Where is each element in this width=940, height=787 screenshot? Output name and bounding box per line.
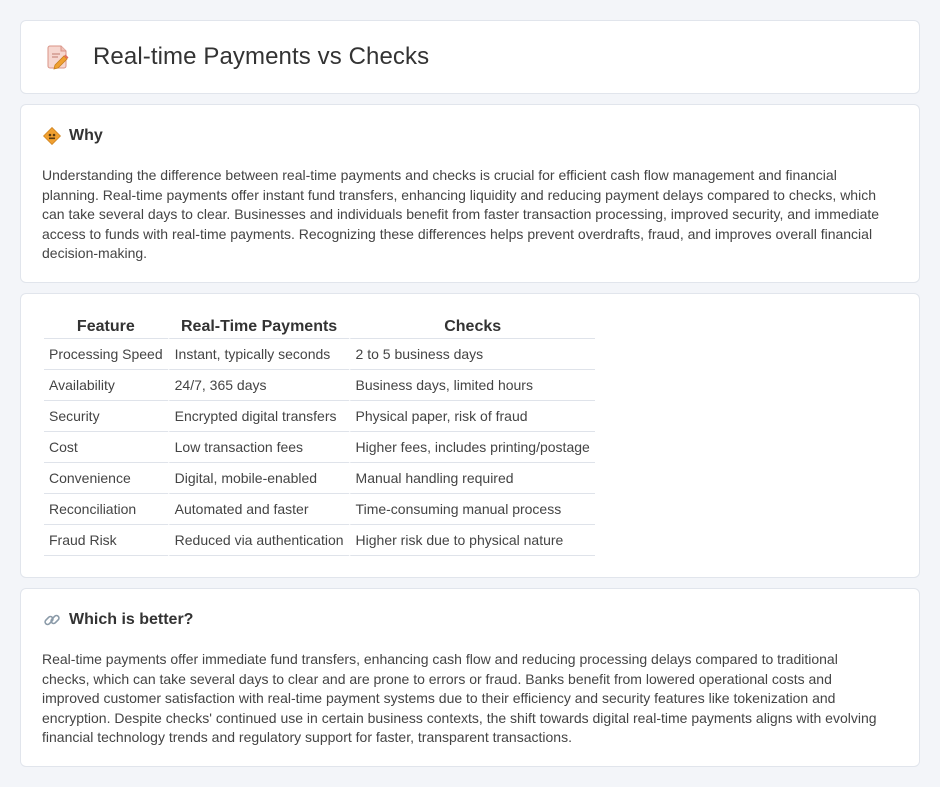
real-time-cell: Low transaction fees <box>167 432 349 463</box>
why-text: Understanding the difference between rea… <box>42 167 880 261</box>
checks-cell: Higher fees, includes printing/postage <box>348 432 595 463</box>
which-is-better-card: Which is better? Real-time payments offe… <box>20 588 920 767</box>
better-text: Real-time payments offer immediate fund … <box>42 651 877 745</box>
table-row: Reconciliation Automated and faster Time… <box>44 494 595 525</box>
real-time-cell: Digital, mobile-enabled <box>167 463 349 494</box>
checks-cell: Physical paper, risk of fraud <box>348 401 595 432</box>
header-feature: Feature <box>44 316 168 339</box>
feature-cell: Availability <box>44 370 168 401</box>
why-heading: Why <box>42 126 103 146</box>
table-row: Convenience Digital, mobile-enabled Manu… <box>44 463 595 494</box>
better-heading: Which is better? <box>43 611 193 629</box>
title-row: Real-time Payments vs Checks <box>47 43 429 71</box>
feature-cell: Reconciliation <box>44 494 168 525</box>
feature-cell: Processing Speed <box>44 339 168 370</box>
feature-cell: Convenience <box>44 463 168 494</box>
comparison-table: Feature Real-Time Payments Checks Proces… <box>44 316 595 556</box>
real-time-cell: 24/7, 365 days <box>167 370 349 401</box>
feature-cell: Fraud Risk <box>44 525 168 556</box>
why-title: Why <box>69 127 103 144</box>
real-time-cell: Reduced via authentication <box>167 525 349 556</box>
table-row: Security Encrypted digital transfers Phy… <box>44 401 595 432</box>
checks-cell: 2 to 5 business days <box>348 339 595 370</box>
table-row: Availability 24/7, 365 days Business day… <box>44 370 595 401</box>
better-title: Which is better? <box>69 611 194 628</box>
document-pencil-icon <box>47 44 71 70</box>
link-icon <box>43 611 61 629</box>
comparison-card: Feature Real-Time Payments Checks Proces… <box>20 293 920 578</box>
real-time-cell: Automated and faster <box>167 494 349 525</box>
header-real-time-payments: Real-Time Payments <box>167 316 349 339</box>
feature-cell: Security <box>44 401 168 432</box>
page-title: Real-time Payments vs Checks <box>93 43 430 70</box>
table-row: Fraud Risk Reduced via authentication Hi… <box>44 525 595 556</box>
table-row: Cost Low transaction fees Higher fees, i… <box>44 432 595 463</box>
checks-cell: Higher risk due to physical nature <box>348 525 595 556</box>
why-card: Why Understanding the difference between… <box>20 104 920 283</box>
diamond-sign-icon <box>42 126 62 146</box>
table-row: Processing Speed Instant, typically seco… <box>44 339 595 370</box>
header-card: Real-time Payments vs Checks <box>20 20 920 94</box>
header-checks: Checks <box>348 316 595 339</box>
table-header-row: Feature Real-Time Payments Checks <box>44 316 595 339</box>
checks-cell: Business days, limited hours <box>348 370 595 401</box>
real-time-cell: Instant, typically seconds <box>167 339 349 370</box>
feature-cell: Cost <box>44 432 168 463</box>
checks-cell: Manual handling required <box>348 463 595 494</box>
checks-cell: Time-consuming manual process <box>348 494 595 525</box>
real-time-cell: Encrypted digital transfers <box>167 401 349 432</box>
